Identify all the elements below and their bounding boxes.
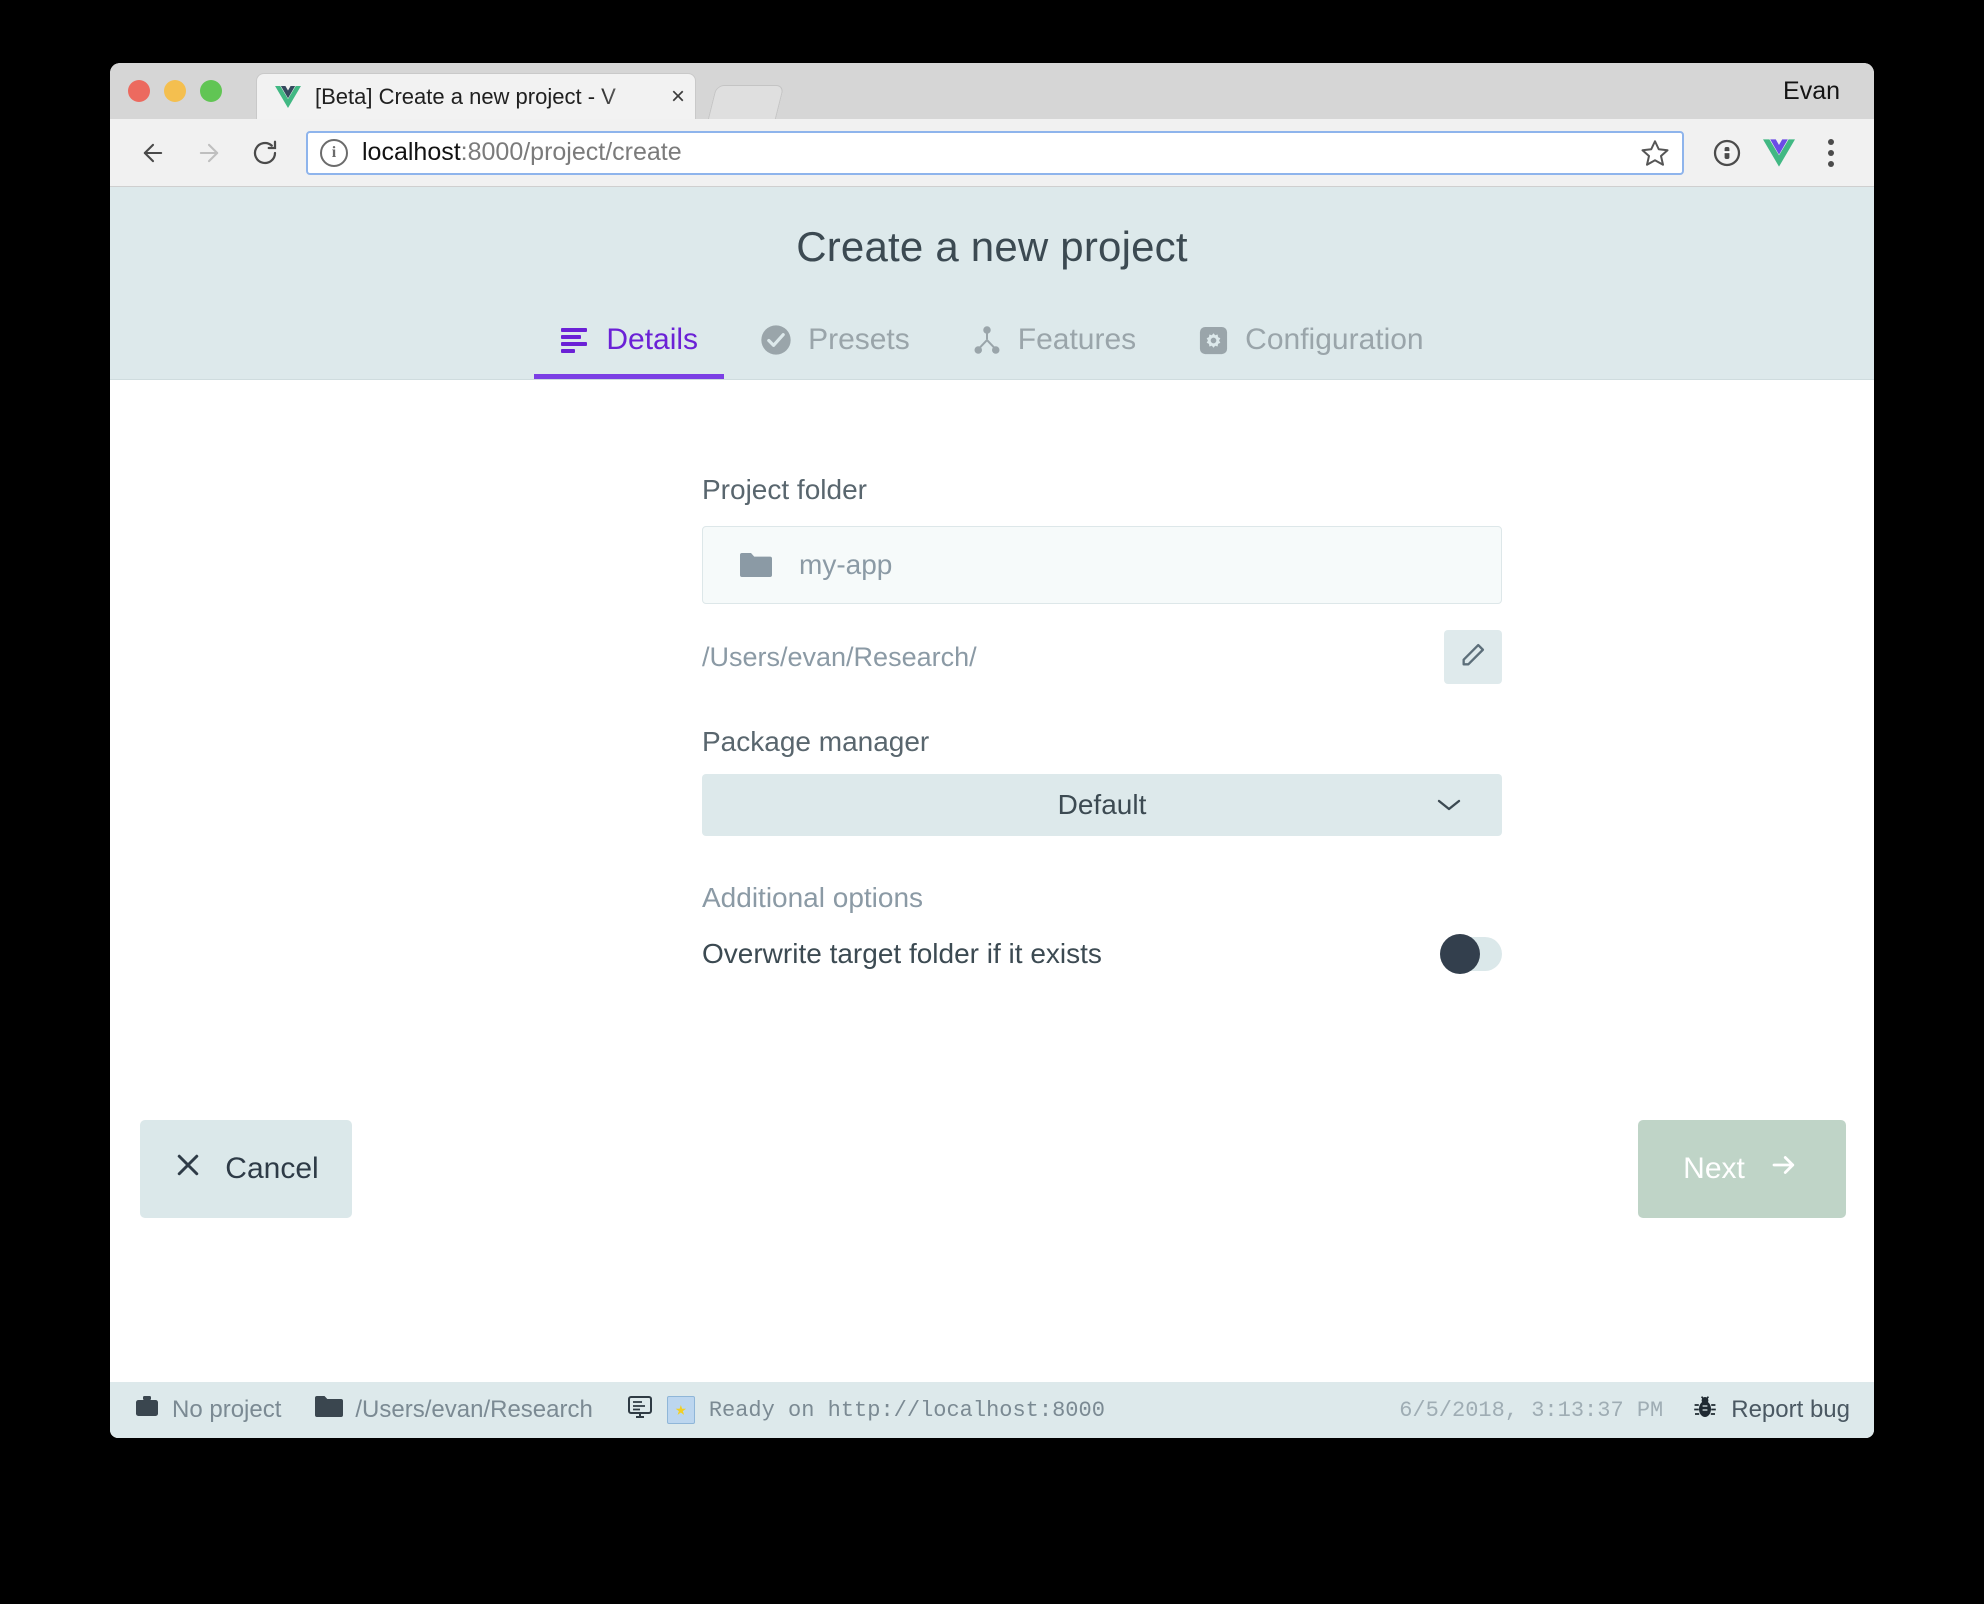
tab-details[interactable]: Details <box>534 313 724 379</box>
project-folder-value: my-app <box>799 549 893 580</box>
tab-features[interactable]: Features <box>946 313 1162 379</box>
status-server-ready[interactable]: ★ Ready on http://localhost:8000 <box>627 1394 1105 1427</box>
new-tab-button[interactable] <box>707 85 785 120</box>
additional-options-label: Additional options <box>702 882 924 913</box>
url-text: localhost:8000/project/create <box>362 138 682 167</box>
terminal-icon <box>627 1394 653 1427</box>
vue-devtools-icon[interactable] <box>1758 132 1800 174</box>
star-icon[interactable] <box>1640 138 1670 168</box>
status-project[interactable]: No project <box>134 1395 281 1426</box>
wizard-tabs: Details Presets Features Configuration <box>110 313 1874 379</box>
tab-presets[interactable]: Presets <box>734 313 936 379</box>
cancel-button[interactable]: Cancel <box>140 1120 352 1218</box>
tab-configuration[interactable]: Configuration <box>1172 313 1449 379</box>
browser-tab-title: [Beta] Create a new project - V <box>315 83 616 109</box>
url-path: :8000/project/create <box>460 138 682 166</box>
browser-window: [Beta] Create a new project - V × Evan i… <box>110 63 1874 1438</box>
report-bug-button[interactable]: Report bug <box>1693 1394 1850 1427</box>
tab-details-label: Details <box>606 323 699 356</box>
forward-arrow-icon <box>188 132 230 174</box>
tab-features-label: Features <box>1017 323 1137 356</box>
chevron-down-icon <box>1436 797 1462 813</box>
vue-favicon-icon <box>275 85 301 108</box>
package-manager-select[interactable]: Default <box>702 774 1502 836</box>
folder-icon <box>315 1395 344 1425</box>
reload-icon[interactable] <box>244 132 286 174</box>
package-manager-label: Package manager <box>702 726 930 757</box>
list-icon <box>560 327 590 353</box>
url-host: localhost <box>362 138 461 166</box>
browser-tab-strip: [Beta] Create a new project - V × Evan <box>110 63 1874 120</box>
tab-presets-label: Presets <box>808 323 910 356</box>
wizard-footer: Cancel Next <box>110 1110 1874 1260</box>
cancel-button-label: Cancel <box>225 1152 319 1185</box>
kebab-menu-icon[interactable] <box>1810 132 1852 174</box>
overwrite-option-row: Overwrite target folder if it exists <box>702 928 1502 980</box>
project-folder-input[interactable]: my-app <box>702 526 1502 604</box>
browser-profile-name[interactable]: Evan <box>1783 77 1840 106</box>
status-folder-label: /Users/evan/Research <box>355 1396 593 1423</box>
status-bar: No project /Users/evan/Research ★ Ready … <box>110 1382 1874 1438</box>
1password-icon[interactable] <box>1706 132 1748 174</box>
status-folder[interactable]: /Users/evan/Research <box>315 1395 593 1425</box>
wizard-body: Project folder my-app /Users/evan/Resear… <box>110 380 1874 1260</box>
project-folder-label: Project folder <box>702 474 867 505</box>
gear-icon <box>1198 325 1229 356</box>
close-window-button[interactable] <box>128 80 150 102</box>
arrow-right-icon <box>1767 1150 1801 1188</box>
close-icon <box>173 1150 203 1188</box>
back-arrow-icon[interactable] <box>132 132 174 174</box>
status-project-label: No project <box>172 1396 282 1423</box>
check-circle-icon <box>760 324 792 356</box>
site-info-icon[interactable]: i <box>320 138 348 167</box>
overwrite-toggle[interactable] <box>1440 934 1502 974</box>
pencil-icon <box>1459 641 1487 674</box>
tab-configuration-label: Configuration <box>1245 323 1424 356</box>
toggle-knob <box>1440 934 1480 974</box>
status-timestamp: 6/5/2018, 3:13:37 PM <box>1399 1397 1664 1423</box>
sitemap-icon <box>972 325 1002 355</box>
next-button[interactable]: Next <box>1638 1120 1846 1218</box>
status-ready-text: Ready on http://localhost:8000 <box>708 1397 1105 1423</box>
next-button-label: Next <box>1683 1152 1745 1185</box>
screenshot-root: [Beta] Create a new project - V × Evan i… <box>0 0 1984 1604</box>
window-traffic-lights <box>128 80 222 102</box>
edit-path-button[interactable] <box>1444 630 1502 684</box>
browser-toolbar: i localhost:8000/project/create <box>110 119 1874 187</box>
close-tab-icon[interactable]: × <box>671 84 685 109</box>
project-details-form: Project folder my-app /Users/evan/Resear… <box>702 474 1502 980</box>
package-manager-value: Default <box>1057 789 1147 820</box>
page-title: Create a new project <box>796 223 1188 270</box>
bug-icon <box>1693 1394 1717 1427</box>
project-path-text: /Users/evan/Research/ <box>702 641 977 672</box>
project-path-row: /Users/evan/Research/ <box>702 630 1502 684</box>
folder-icon <box>739 551 773 579</box>
browser-tab[interactable]: [Beta] Create a new project - V × <box>256 73 696 119</box>
app-header: Create a new project Details Presets Fea… <box>110 187 1874 380</box>
star-badge-icon: ★ <box>666 1396 695 1424</box>
report-bug-label: Report bug <box>1731 1396 1850 1423</box>
overwrite-label: Overwrite target folder if it exists <box>702 938 1102 969</box>
maximize-window-button[interactable] <box>200 80 222 102</box>
briefcase-icon <box>134 1395 160 1426</box>
url-input[interactable]: i localhost:8000/project/create <box>306 130 1684 175</box>
minimize-window-button[interactable] <box>164 80 186 102</box>
